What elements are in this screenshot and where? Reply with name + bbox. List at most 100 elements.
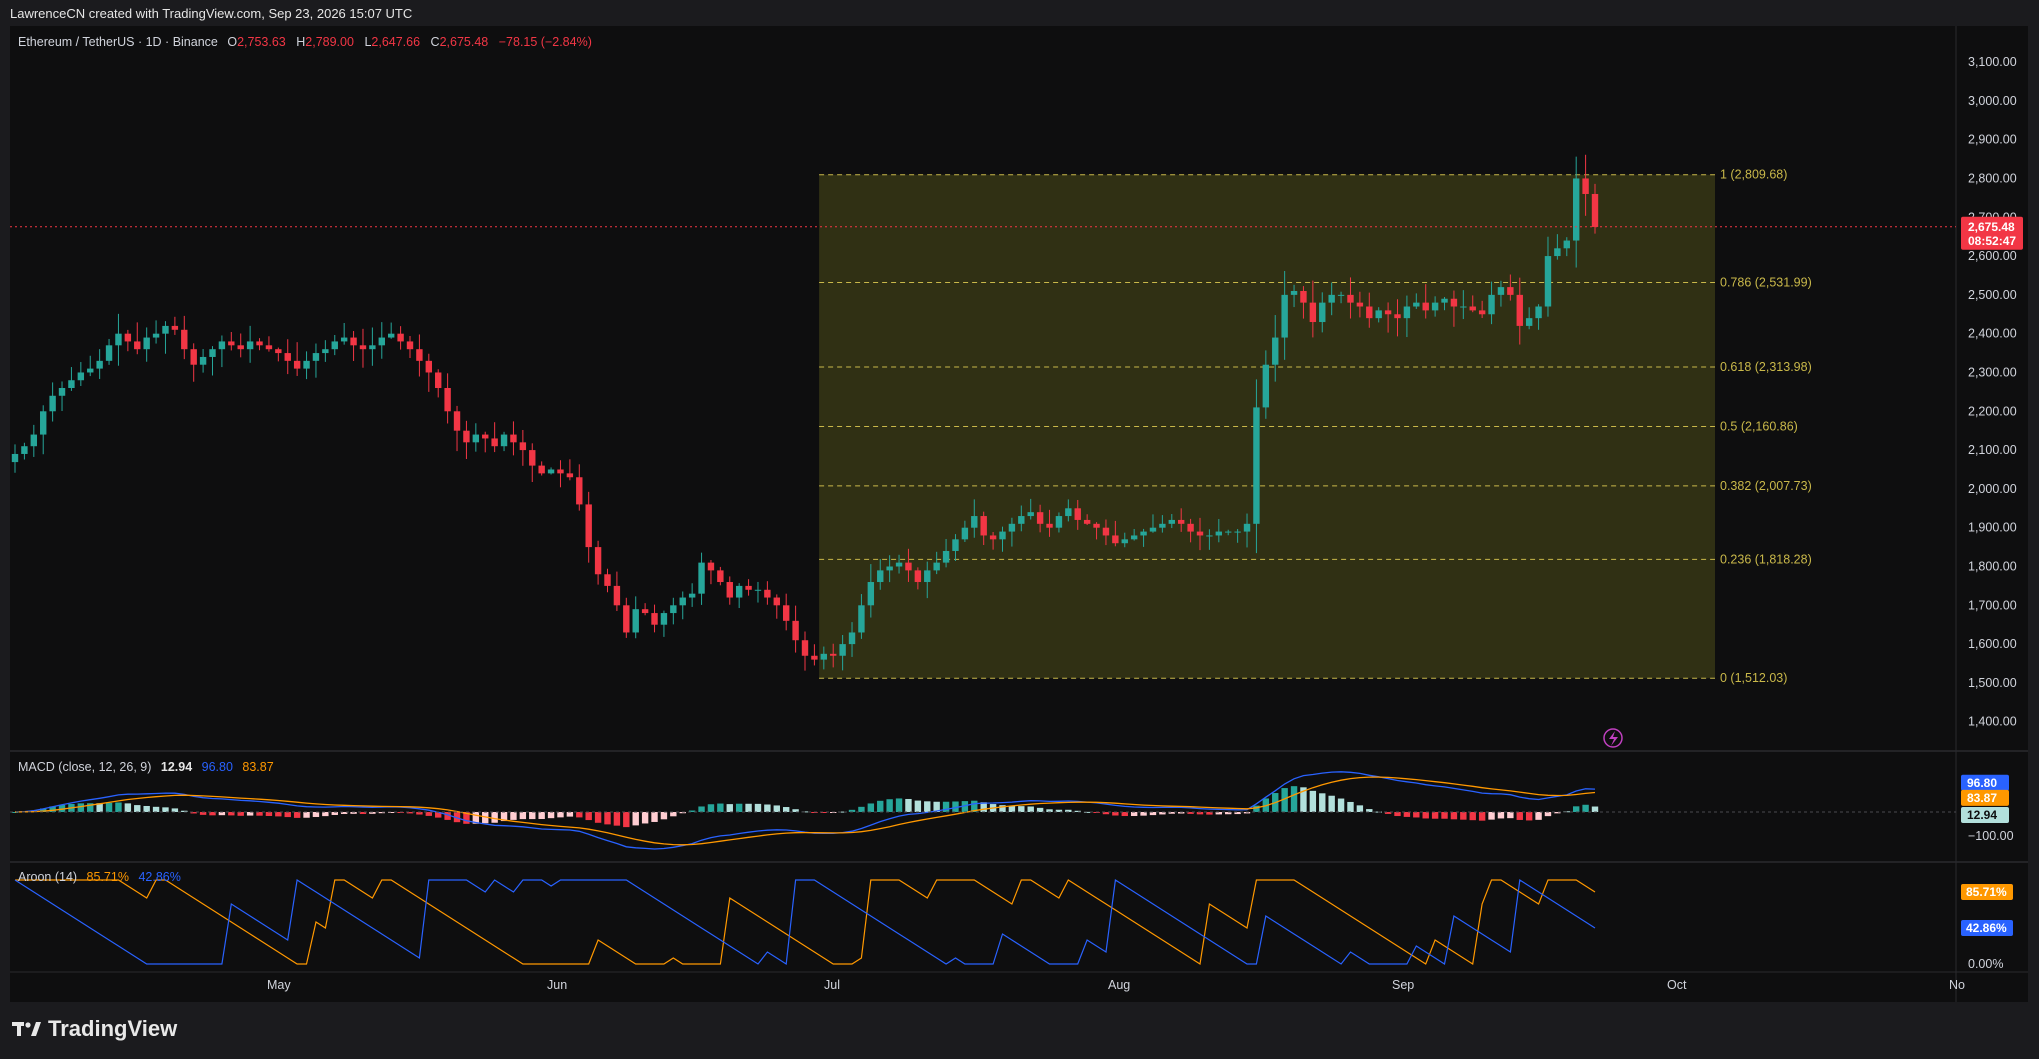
- macd-histogram-bar: [510, 812, 517, 820]
- candle-body: [1469, 306, 1476, 311]
- candle-body: [1572, 178, 1580, 241]
- candle-body: [971, 516, 978, 528]
- candle-body: [877, 570, 884, 583]
- y-tick-label: 2,500.00: [1968, 288, 2017, 302]
- x-tick-label: Jun: [547, 978, 567, 992]
- candle-body: [1309, 302, 1317, 323]
- candle-body: [1394, 314, 1401, 319]
- y-tick-label: 1,800.00: [1968, 560, 2017, 574]
- macd-histogram-bar: [303, 812, 310, 818]
- aroon-badge-label: 42.86%: [1966, 921, 2007, 935]
- candle-body: [1319, 302, 1326, 323]
- candle-body: [613, 585, 621, 606]
- macd-histogram-bar: [1403, 812, 1411, 817]
- candle-body: [1177, 519, 1185, 524]
- candle-body: [1055, 516, 1063, 528]
- candle-body: [1112, 535, 1119, 544]
- candle-body: [435, 372, 442, 388]
- y-tick-label: 2,000.00: [1968, 482, 2017, 496]
- candle-body: [40, 411, 47, 435]
- tradingview-brand[interactable]: TradingView: [12, 1016, 177, 1042]
- macd-histogram-bar: [143, 805, 150, 812]
- candle-body: [21, 446, 28, 454]
- candle-body: [905, 562, 912, 571]
- candle-body: [1525, 318, 1533, 326]
- candle-body: [1234, 531, 1241, 533]
- candle-body: [1272, 337, 1279, 365]
- macd-legend[interactable]: MACD (close, 12, 26, 9) 12.94 96.80 83.8…: [18, 760, 274, 774]
- macd-histogram-bar: [1431, 812, 1439, 819]
- x-tick-label: Jul: [824, 978, 840, 992]
- candle-body: [284, 353, 291, 361]
- macd-histogram-bar: [538, 812, 545, 820]
- chart-credit: LawrenceCN created with TradingView.com,…: [10, 6, 413, 21]
- candle-body: [754, 589, 762, 591]
- candle-body: [49, 395, 56, 412]
- candle-body: [698, 562, 705, 594]
- candle-body: [1281, 294, 1288, 338]
- candle-body: [1507, 287, 1514, 295]
- macd-histogram-bar: [1337, 798, 1345, 812]
- countdown-label: 08:52:47: [1968, 234, 2016, 248]
- candle-body: [1300, 290, 1307, 303]
- fib-level-label: 0.236 (1,818.28): [1720, 552, 1812, 566]
- candle-body: [1253, 407, 1260, 524]
- candle-body: [331, 341, 338, 350]
- macd-histogram-bar: [256, 812, 263, 816]
- macd-histogram-bar: [1582, 804, 1589, 812]
- macd-histogram-bar: [867, 803, 875, 812]
- symbol-name[interactable]: Ethereum / TetherUS · 1D · Binance: [18, 35, 218, 49]
- candle-body: [980, 516, 987, 536]
- candle-body: [660, 613, 668, 625]
- macd-histogram-bar: [905, 798, 912, 812]
- candle-body: [1516, 294, 1523, 326]
- candle-body: [999, 531, 1006, 540]
- candle-body: [792, 620, 799, 641]
- candle-body: [256, 341, 263, 346]
- candle-body: [604, 574, 611, 586]
- candle-body: [1215, 531, 1223, 536]
- candle-body: [359, 345, 367, 350]
- candle-body: [199, 356, 207, 365]
- macd-histogram-bar: [698, 806, 705, 812]
- candle-body: [1431, 302, 1439, 311]
- macd-histogram-bar: [171, 808, 179, 812]
- candle-body: [820, 653, 828, 660]
- macd-title[interactable]: MACD (close, 12, 26, 9): [18, 760, 151, 774]
- fib-level-label: 0.618 (2,313.98): [1720, 360, 1812, 374]
- macd-histogram-bar: [1309, 790, 1317, 812]
- macd-signal-value: 83.87: [242, 760, 274, 774]
- close-label: C: [430, 35, 440, 49]
- candle-body: [1535, 306, 1542, 319]
- candle-body: [1168, 519, 1175, 524]
- macd-histogram-bar: [782, 807, 790, 812]
- candle-body: [87, 368, 94, 373]
- macd-histogram-bar: [1290, 786, 1298, 812]
- price-chart[interactable]: 3,100.003,000.002,900.002,800.002,700.00…: [10, 26, 2028, 1002]
- macd-histogram-bar: [1422, 812, 1429, 819]
- candle-body: [688, 593, 696, 598]
- candle-body: [1460, 306, 1467, 308]
- symbol-legend[interactable]: Ethereum / TetherUS · 1D · Binance O2,75…: [18, 35, 599, 49]
- macd-badge-label: 83.87: [1967, 791, 1997, 805]
- candle-body: [453, 411, 461, 431]
- candle-body: [1121, 539, 1128, 544]
- candle-body: [1366, 306, 1373, 319]
- candle-body: [1591, 193, 1599, 227]
- candle-body: [1206, 535, 1213, 537]
- candle-body: [1074, 508, 1081, 520]
- candle-body: [322, 349, 329, 354]
- macd-histogram-bar: [1535, 812, 1542, 820]
- macd-y-tick: −100.00: [1968, 829, 2014, 843]
- candle-body: [350, 337, 357, 346]
- aroon-title[interactable]: Aroon (14): [18, 870, 77, 884]
- macd-histogram-bar: [895, 798, 903, 812]
- macd-histogram-bar: [1121, 812, 1128, 817]
- macd-histogram-bar: [1572, 806, 1580, 812]
- candle-body: [773, 597, 780, 606]
- aroon-legend[interactable]: Aroon (14) 85.71% 42.86%: [18, 870, 181, 884]
- y-tick-label: 3,100.00: [1968, 55, 2017, 69]
- macd-histogram-bar: [1441, 812, 1448, 819]
- candle-body: [444, 388, 451, 412]
- chart-frame[interactable]: 3,100.003,000.002,900.002,800.002,700.00…: [10, 26, 2028, 1002]
